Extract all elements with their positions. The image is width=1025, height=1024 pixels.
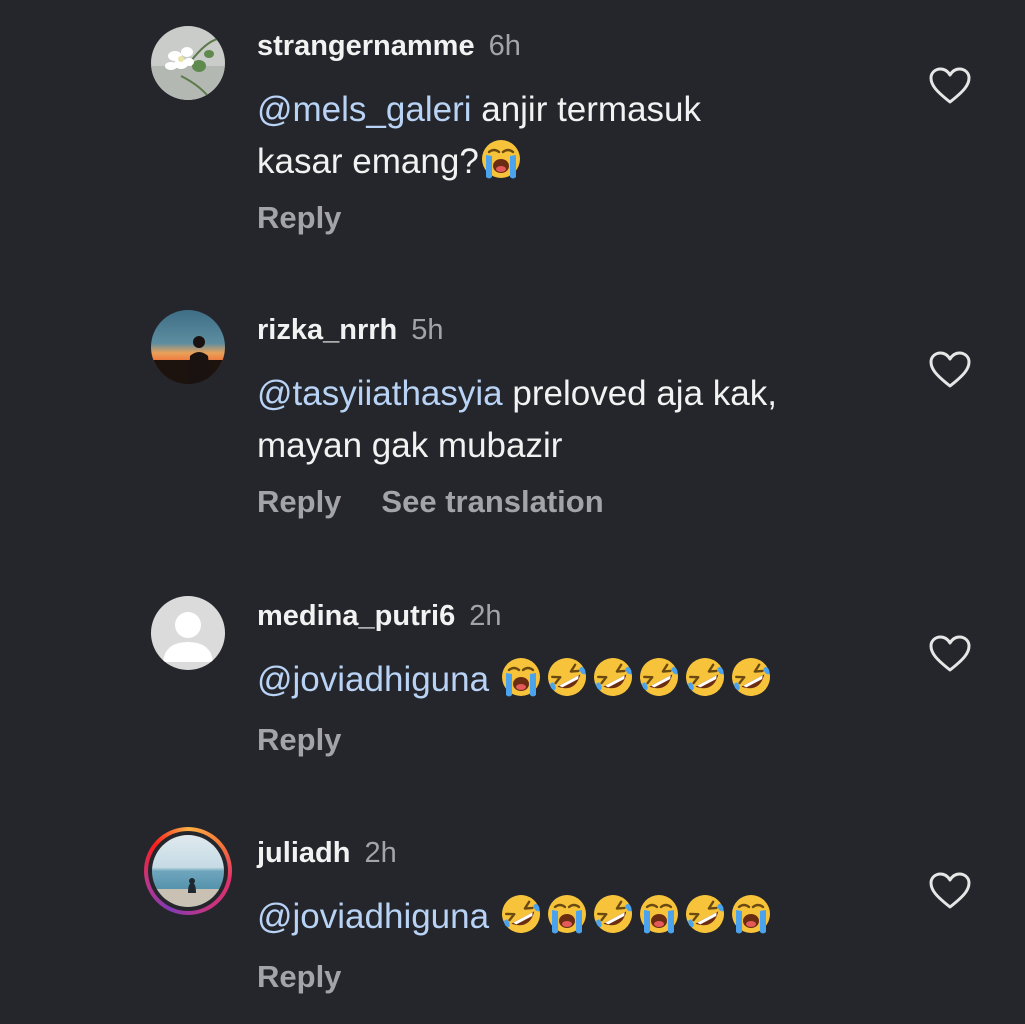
heart-outline-icon[interactable] [928,634,972,674]
rofl-emoji-icon [637,655,681,699]
avatar-image [151,310,225,384]
timestamp: 6h [488,30,521,62]
loudly-crying-emoji-icon [637,892,681,936]
comment-text: @mels_galeri anjir termasuk kasar emang? [257,84,897,188]
reply-button[interactable]: Reply [257,959,341,994]
mention-link[interactable]: @joviadhiguna [257,660,489,699]
comment-text: @tasyiiathasyia preloved aja kak, mayan … [257,368,897,472]
username[interactable]: strangernamme [257,30,475,62]
mention-link[interactable]: @tasyiiathasyia [257,374,503,413]
rofl-emoji-icon [683,655,727,699]
rofl-emoji-icon [545,655,589,699]
comment-header: strangernamme 6h [257,29,521,63]
loudly-crying-emoji-icon [479,137,523,181]
timestamp: 2h [364,837,397,869]
loudly-crying-emoji-icon [729,892,773,936]
comment-text-line2: mayan gak mubazir [257,426,563,465]
comment-actions: Reply See translation [257,484,604,520]
reply-button[interactable]: Reply [257,722,341,757]
username[interactable]: medina_putri6 [257,600,455,632]
rofl-emoji-icon [591,655,635,699]
username[interactable]: rizka_nrrh [257,314,397,346]
comment-actions: Reply [257,959,341,995]
avatar[interactable] [151,596,225,670]
heart-outline-icon[interactable] [928,871,972,911]
timestamp: 5h [411,314,444,346]
username[interactable]: juliadh [257,837,350,869]
comment-text-line1: anjir termasuk [471,90,702,129]
rofl-emoji-icon [729,655,773,699]
avatar[interactable] [151,26,225,100]
heart-outline-icon[interactable] [928,350,972,390]
loudly-crying-emoji-icon [499,655,543,699]
reply-button[interactable]: Reply [257,200,341,235]
comment-header: rizka_nrrh 5h [257,313,444,347]
see-translation-button[interactable]: See translation [381,484,603,519]
comment-text-line2: kasar emang? [257,142,479,181]
mention-link[interactable]: @mels_galeri [257,90,472,129]
default-user-icon [151,596,225,670]
rofl-emoji-icon [591,892,635,936]
heart-outline-icon[interactable] [928,66,972,106]
comment-text-line1: preloved aja kak, [502,374,777,413]
comment-text: @joviadhiguna [257,654,897,706]
reply-button[interactable]: Reply [257,484,341,519]
avatar-image [152,835,224,907]
timestamp: 2h [469,600,502,632]
avatar[interactable] [151,310,225,384]
mention-link[interactable]: @joviadhiguna [257,897,489,936]
rofl-emoji-icon [499,892,543,936]
comment-actions: Reply [257,200,341,236]
comment-actions: Reply [257,722,341,758]
comment-header: medina_putri6 2h [257,599,501,633]
comment-text: @joviadhiguna [257,891,897,943]
avatar-image [151,26,225,100]
comment-header: juliadh 2h [257,836,397,870]
avatar-story-ring[interactable] [144,827,232,915]
loudly-crying-emoji-icon [545,892,589,936]
rofl-emoji-icon [683,892,727,936]
